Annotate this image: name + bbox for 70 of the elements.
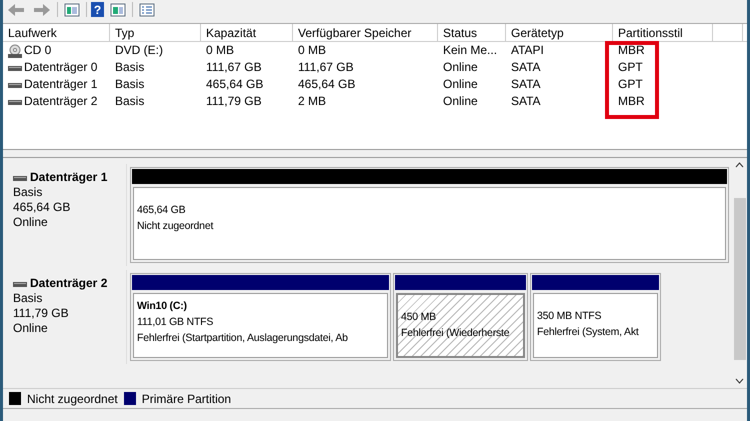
drive-icon: [8, 64, 22, 72]
partition-text: 465,64 GB: [137, 203, 186, 218]
table-cell: Online: [443, 93, 478, 110]
table-cell: GPT: [618, 59, 643, 76]
scroll-up-icon[interactable]: [735, 162, 744, 168]
table-cell: 0 MB: [298, 42, 326, 59]
table-cell: 0 MB: [206, 42, 234, 59]
table-cell: Basis: [115, 59, 144, 76]
column-header[interactable]: Laufwerk: [3, 24, 110, 41]
disk-size: 111,79 GB: [13, 306, 70, 321]
column-header[interactable]: Gerätetyp: [506, 24, 613, 41]
partition-block[interactable]: 450 MB Fehlerfrei (Wiederherste: [393, 273, 528, 361]
table-cell: 111,67 GB: [298, 59, 354, 76]
column-header[interactable]: Kapazität: [201, 24, 293, 41]
table-cell: Online: [443, 59, 478, 76]
table-cell: SATA: [511, 76, 541, 93]
table-cell: SATA: [511, 93, 541, 110]
table-cell: 111,79 GB: [206, 93, 262, 110]
help-icon[interactable]: ?: [91, 2, 104, 17]
legend-label: Nicht zugeordnet: [27, 390, 118, 408]
partition-text: Fehlerfrei (Wiederherste: [401, 326, 510, 341]
table-cell: Datenträger 2: [24, 93, 98, 110]
table-cell: Online: [443, 76, 478, 93]
table-cell: Datenträger 1: [24, 76, 98, 93]
partition-block[interactable]: 350 MB NTFS Fehlerfrei (System, Akt: [530, 273, 661, 361]
table-cell: CD 0: [24, 42, 52, 59]
table-cell: 465,64 GB: [206, 76, 264, 93]
legend-label: Primäre Partition: [142, 390, 232, 408]
table-cell: MBR: [618, 42, 645, 59]
table-cell: ATAPI: [511, 42, 544, 59]
partition-text: 450 MB: [401, 310, 437, 325]
table-cell: DVD (E:): [115, 42, 163, 59]
scroll-down-icon[interactable]: [735, 378, 744, 384]
drive-icon: [13, 280, 27, 288]
table-cell: GPT: [618, 76, 643, 93]
checklist-icon[interactable]: [137, 1, 157, 18]
partition-title: Win10 (C:): [137, 299, 188, 314]
cd-drive-icon: [8, 44, 22, 58]
disk-type: Basis: [13, 185, 44, 200]
disk-status: Online: [13, 321, 49, 336]
column-header[interactable]: Verfügbarer Speicher: [293, 24, 438, 41]
drive-icon: [13, 174, 27, 182]
partition-text: Fehlerfrei (System, Akt: [537, 325, 640, 340]
table-cell: SATA: [511, 59, 541, 76]
column-header[interactable]: Status: [438, 24, 506, 41]
table-cell: Kein Me...: [443, 42, 498, 59]
table-cell: 111,67 GB: [206, 59, 262, 76]
disk-type: Basis: [13, 291, 44, 306]
partition-text: Nicht zugeordnet: [137, 219, 214, 234]
table-cell: Basis: [115, 76, 144, 93]
partition-text: 111,01 GB NTFS: [137, 315, 214, 330]
drive-icon: [8, 80, 22, 88]
disk-name: Datenträger 1: [30, 170, 108, 185]
panel-icon[interactable]: [108, 1, 128, 18]
disk-status: Online: [13, 215, 49, 230]
table-cell: 465,64 GB: [298, 76, 356, 93]
table-cell: Basis: [115, 93, 144, 110]
partition-text: Fehlerfrei (Startpartition, Auslagerungsdatei, Ab: [137, 331, 349, 346]
partition-text: 350 MB NTFS: [537, 309, 602, 324]
disk-name: Datenträger 2: [30, 276, 108, 291]
partition-block[interactable]: 465,64 GB Nicht zugeordnet: [130, 167, 729, 263]
disk-size: 465,64 GB: [13, 200, 72, 215]
column-header[interactable]: Typ: [110, 24, 201, 41]
table-cell: Datenträger 0: [24, 59, 98, 76]
partition-block[interactable]: Win10 (C:) 111,01 GB NTFS Fehlerfrei (Startpartition, Auslagerungsdatei, Ab: [130, 273, 391, 361]
panel-icon[interactable]: [62, 1, 82, 18]
table-cell: 2 MB: [298, 93, 326, 110]
column-header[interactable]: Partitionsstil: [613, 24, 713, 41]
table-cell: MBR: [618, 93, 645, 110]
drive-icon: [8, 98, 22, 106]
